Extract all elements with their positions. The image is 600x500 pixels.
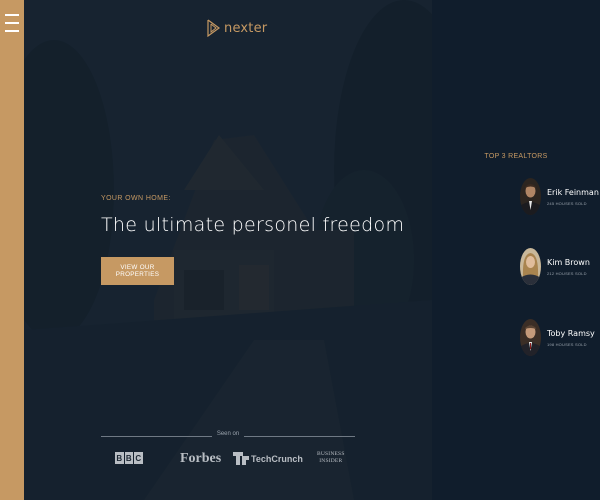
forbes-logo: Forbes xyxy=(180,451,222,466)
seen-on-divider: Seen on xyxy=(101,431,355,441)
realtors-title: TOP 3 REALTORS xyxy=(484,153,548,160)
brand-name: nexter xyxy=(224,20,268,36)
realtor-houses-sold: 245 HOUSES SOLD xyxy=(547,200,587,206)
avatar xyxy=(520,178,541,215)
hero-heading: The ultimate personel freedom xyxy=(101,214,405,236)
realtor-name: Toby Ramsy xyxy=(547,328,595,338)
realtors-panel: TOP 3 REALTORS Erik Feinman 245 HOUSES S… xyxy=(432,0,600,500)
realtor-name: Erik Feinman xyxy=(547,187,599,197)
realtor-houses-sold: 212 HOUSES SOLD xyxy=(547,270,587,276)
realtor-card[interactable]: Kim Brown 212 HOUSES SOLD xyxy=(520,248,590,285)
hero-section: nexter YOUR OWN HOME: The ultimate perso… xyxy=(24,0,432,500)
brand-logo[interactable]: nexter xyxy=(207,19,267,37)
press-logos: B B C Forbes TechCrunch BUSINESS INSIDER xyxy=(101,448,355,470)
realtor-card[interactable]: Toby Ramsy 198 HOUSES SOLD xyxy=(520,319,595,356)
realtor-card[interactable]: Erik Feinman 245 HOUSES SOLD xyxy=(520,178,599,215)
realtor-houses-sold: 198 HOUSES SOLD xyxy=(547,341,587,347)
sidebar xyxy=(0,0,24,500)
hamburger-menu-icon[interactable] xyxy=(5,14,19,32)
nexter-logo-icon xyxy=(207,19,221,37)
realtor-name: Kim Brown xyxy=(547,257,590,267)
business-insider-logo: BUSINESS INSIDER xyxy=(317,451,345,464)
bbc-logo: B B C xyxy=(115,452,143,464)
techcrunch-logo: TechCrunch xyxy=(233,452,303,465)
avatar xyxy=(520,319,541,356)
hero-sub-heading: YOUR OWN HOME: xyxy=(101,195,171,202)
avatar xyxy=(520,248,541,285)
view-properties-button[interactable]: VIEW OUR PROPERTIES xyxy=(101,257,174,285)
techcrunch-icon xyxy=(233,452,249,465)
